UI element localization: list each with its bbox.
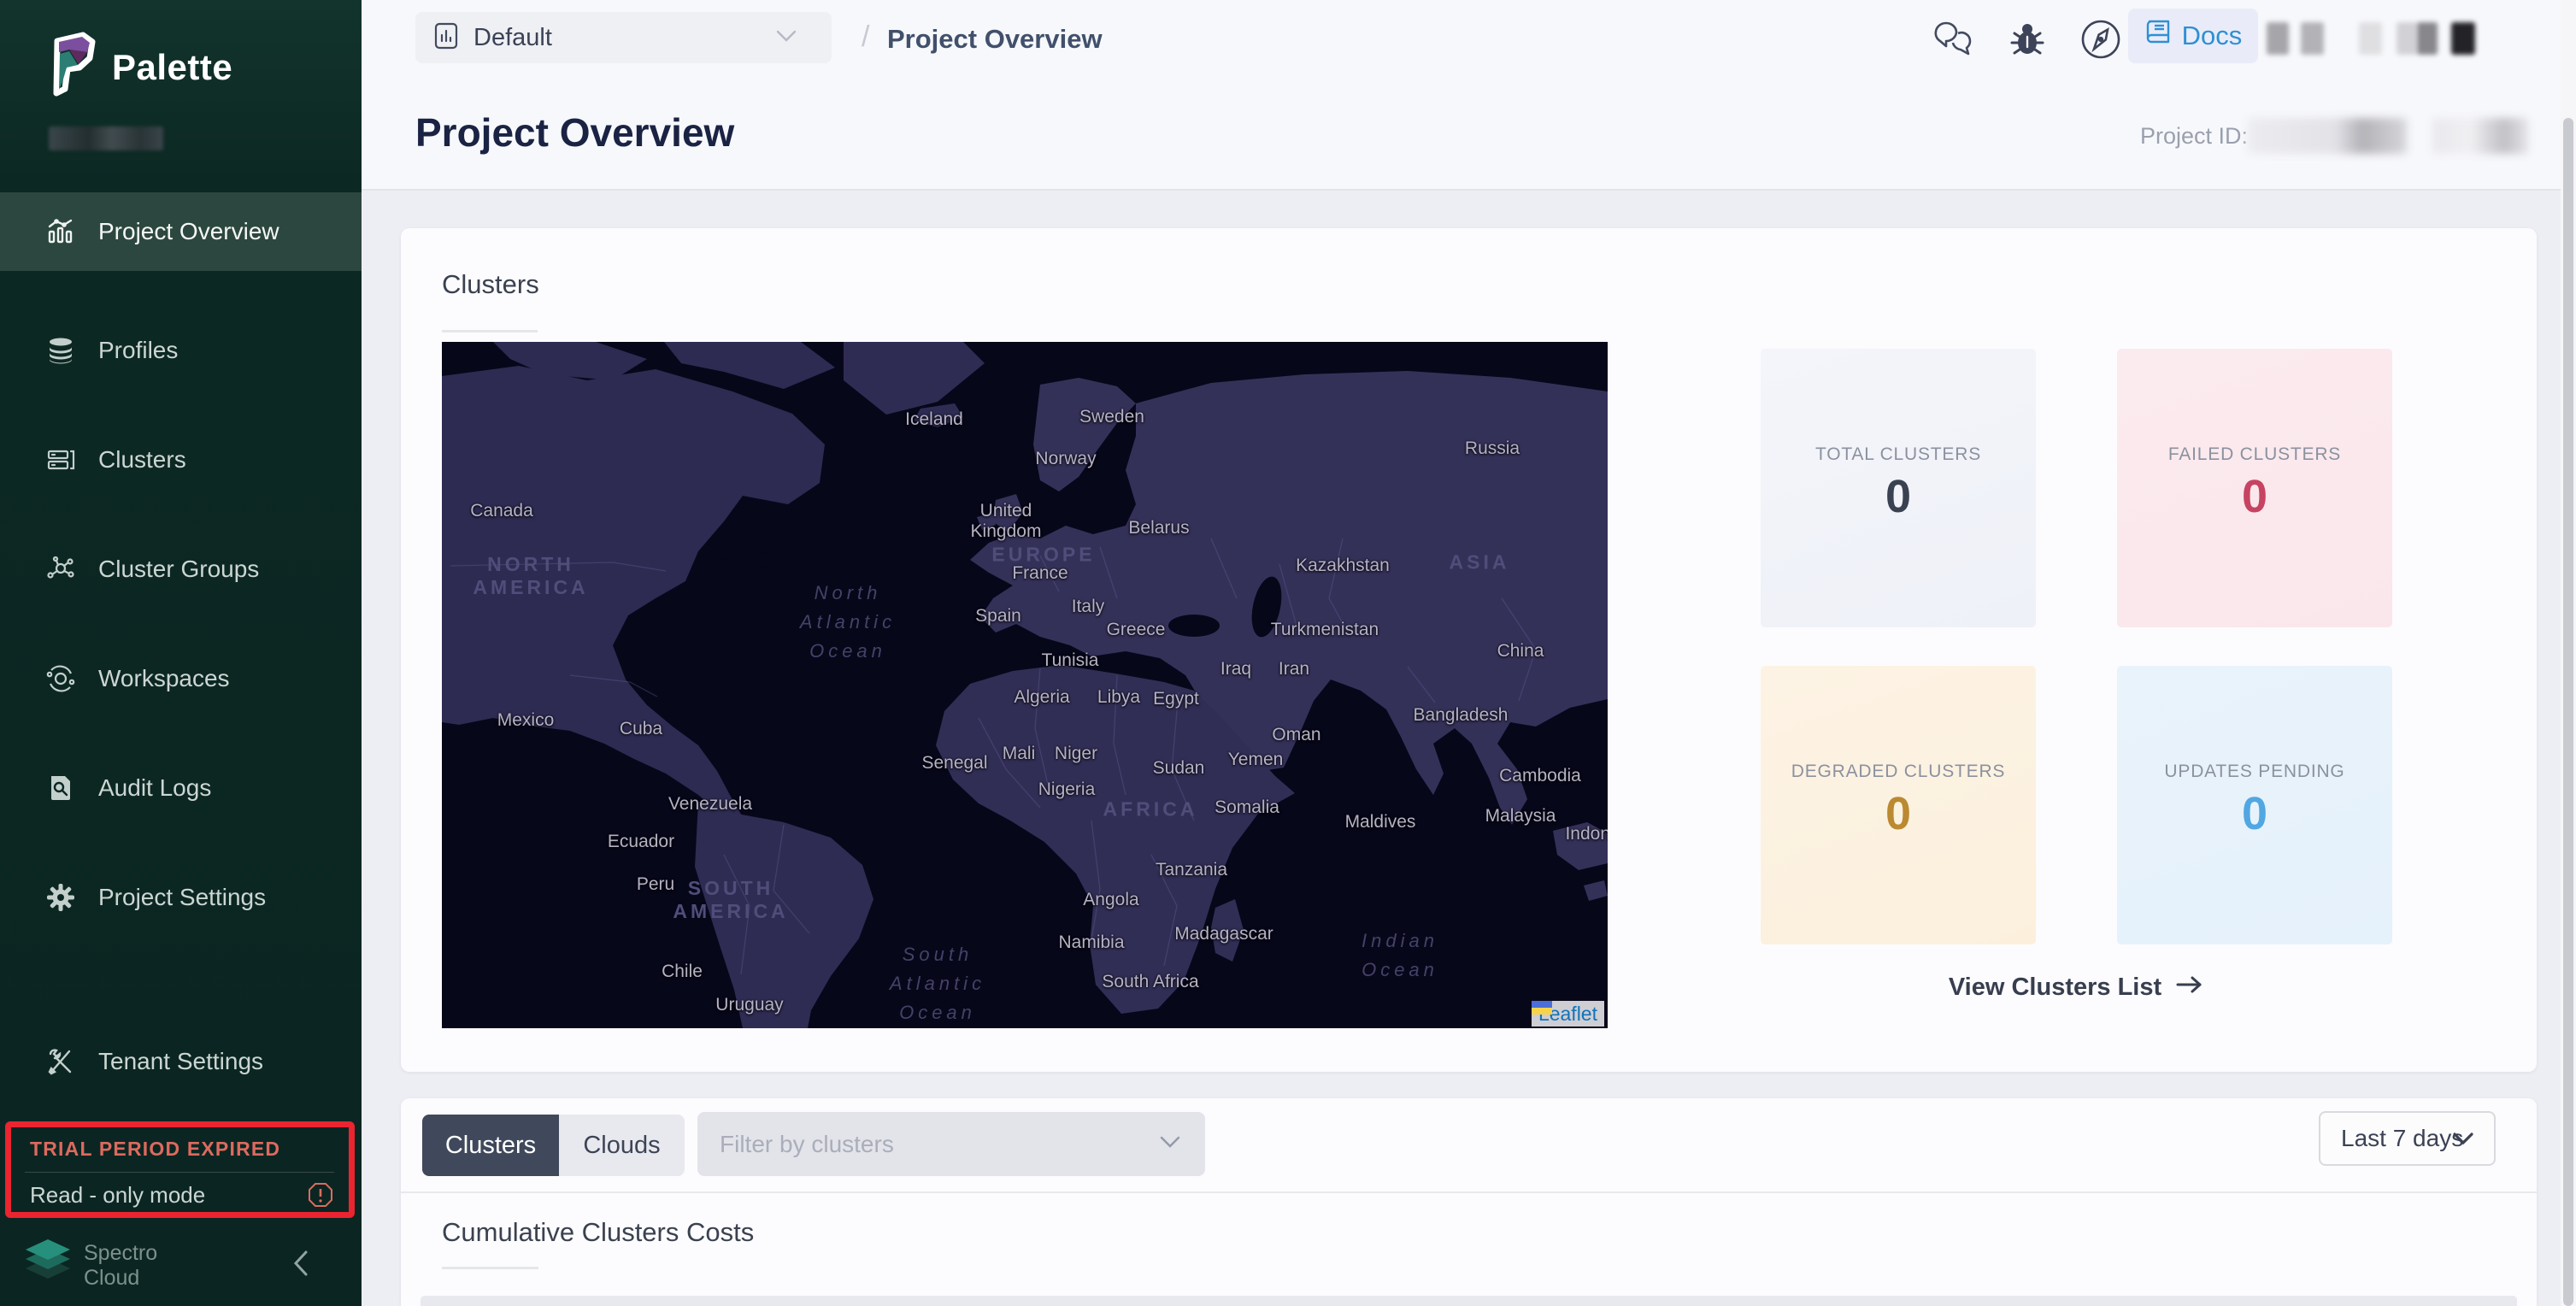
stat-value: 0 (1761, 470, 2036, 523)
tools-icon (44, 1045, 77, 1078)
stat-total-clusters: TOTAL CLUSTERS 0 (1761, 349, 2036, 627)
arrow-right-icon (2175, 974, 2204, 1002)
redacted-block (2267, 22, 2289, 55)
divider (362, 189, 2576, 191)
title-underline (442, 1267, 538, 1269)
stat-updates-pending: UPDATES PENDING 0 (2117, 666, 2392, 944)
sidebar-footer: Spectro Cloud (0, 1236, 362, 1306)
project-selector[interactable]: Default (415, 12, 832, 63)
sidebar-item-label: Project Settings (98, 884, 266, 911)
layers-icon (44, 334, 77, 367)
filter-placeholder: Filter by clusters (720, 1131, 894, 1158)
compass-icon[interactable] (2079, 17, 2122, 62)
chat-icon[interactable] (1932, 17, 1975, 62)
sidebar-item-clusters[interactable]: Clusters (0, 421, 362, 499)
servers-icon (44, 444, 77, 476)
stat-failed-clusters: FAILED CLUSTERS 0 (2117, 349, 2392, 627)
orbit-icon (44, 662, 77, 695)
date-range-value: Last 7 days (2341, 1125, 2463, 1152)
map-landmass (442, 342, 1608, 1028)
sidebar-item-project-settings[interactable]: Project Settings (0, 858, 362, 937)
stat-label: FAILED CLUSTERS (2117, 444, 2392, 465)
tab-clusters[interactable]: Clusters (422, 1115, 559, 1176)
divider (401, 1191, 2537, 1193)
brand-logo: Palette (49, 31, 232, 103)
chart-area-edge (421, 1296, 2517, 1306)
redacted-block (2451, 22, 2475, 55)
sidebar-item-label: Workspaces (98, 665, 230, 692)
spectro-cloud-wordmark: Spectro Cloud (84, 1241, 157, 1291)
redacted-project-id (2432, 118, 2528, 154)
stat-value: 0 (2117, 787, 2392, 840)
sidebar-item-cluster-groups[interactable]: Cluster Groups (0, 530, 362, 609)
bug-icon[interactable] (2006, 17, 2049, 62)
view-clusters-list-link[interactable]: View Clusters List (1761, 974, 2392, 1002)
gear-icon (44, 881, 77, 914)
sidebar-item-tenant-settings[interactable]: Tenant Settings (0, 1022, 362, 1101)
stat-label: TOTAL CLUSTERS (1761, 444, 2036, 465)
palette-logo-icon (49, 31, 98, 103)
sidebar-item-label: Project Overview (98, 218, 279, 245)
tab-clouds[interactable]: Clouds (559, 1115, 685, 1176)
breadcrumb-separator: / (862, 21, 869, 54)
project-selector-value: Default (473, 24, 552, 52)
sidebar-item-audit-logs[interactable]: Audit Logs (0, 749, 362, 827)
page-title: Project Overview (415, 109, 734, 156)
title-underline (442, 330, 538, 332)
project-chart-icon (434, 22, 458, 54)
document-search-icon (44, 772, 77, 804)
sidebar-item-workspaces[interactable]: Workspaces (0, 639, 362, 718)
trial-expired-title: TRIAL PERIOD EXPIRED (30, 1138, 280, 1161)
stat-label: UPDATES PENDING (2117, 762, 2392, 782)
leaflet-attribution[interactable]: Leaflet (1532, 1001, 1604, 1027)
clusters-card: Clusters (401, 228, 2537, 1072)
redacted-block (2397, 22, 2417, 55)
sidebar-item-label: Tenant Settings (98, 1048, 263, 1075)
stat-label: DEGRADED CLUSTERS (1761, 762, 2036, 782)
costs-section-title: Cumulative Clusters Costs (442, 1217, 754, 1248)
brand-name: Palette (112, 47, 232, 88)
stat-degraded-clusters: DEGRADED CLUSTERS 0 (1761, 666, 2036, 944)
redacted-tenant-name (49, 126, 163, 150)
redacted-block (2359, 22, 2382, 55)
read-only-mode-label: Read - only mode (30, 1182, 205, 1209)
redacted-project-id (2248, 118, 2407, 154)
ukraine-flag-icon (1532, 1001, 1552, 1015)
chevron-down-icon (1159, 1135, 1181, 1153)
network-icon (44, 553, 77, 585)
header: Default / Project Overview (362, 0, 2576, 190)
spectro-cloud-logo-icon (22, 1238, 74, 1291)
date-range-select[interactable]: Last 7 days (2319, 1111, 2496, 1166)
chevron-down-icon (2451, 1131, 2475, 1146)
clusters-card-title: Clusters (442, 269, 539, 300)
filter-by-clusters-select[interactable]: Filter by clusters (697, 1112, 1205, 1176)
sidebar-item-profiles[interactable]: Profiles (0, 311, 362, 390)
stat-value: 0 (1761, 787, 2036, 840)
scrollbar-thumb[interactable] (2563, 118, 2573, 1306)
chevron-down-icon (775, 29, 797, 47)
sidebar-item-label: Audit Logs (98, 774, 211, 802)
costs-card: Clusters Clouds Filter by clusters Last … (401, 1098, 2537, 1306)
sidebar-item-label: Cluster Groups (98, 556, 259, 583)
divider (25, 1172, 334, 1173)
sidebar-item-project-overview[interactable]: Project Overview (0, 192, 362, 271)
docs-button[interactable]: Docs (2128, 9, 2258, 63)
project-id-label: Project ID: (2140, 123, 2248, 150)
docs-label: Docs (2182, 21, 2243, 51)
world-map[interactable]: IcelandSwedenNorwayRussiaCanadaUnited Ki… (442, 342, 1608, 1028)
book-icon (2144, 18, 2172, 54)
sidebar-collapse-button[interactable] (282, 1244, 320, 1282)
palette-app: Palette Project Overview Profiles (0, 0, 2576, 1306)
stat-value: 0 (2117, 470, 2392, 523)
redacted-block (2301, 22, 2324, 55)
analytics-icon (44, 215, 77, 248)
breadcrumb: Project Overview (887, 24, 1103, 55)
redacted-block (2417, 22, 2438, 55)
sidebar-item-label: Profiles (98, 337, 178, 364)
trial-expired-banner: TRIAL PERIOD EXPIRED Read - only mode (5, 1121, 355, 1218)
sidebar-item-label: Clusters (98, 446, 186, 474)
sidebar: Palette Project Overview Profiles (0, 0, 362, 1306)
alert-octagon-icon[interactable] (308, 1182, 333, 1208)
